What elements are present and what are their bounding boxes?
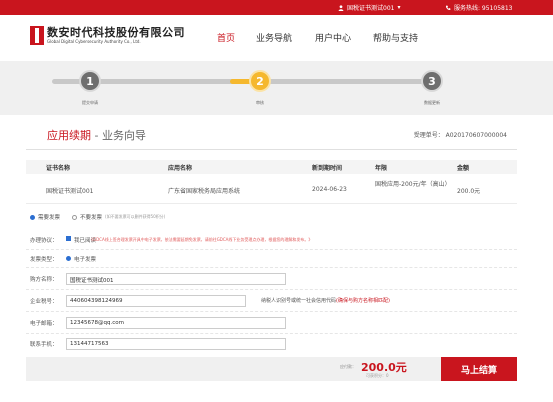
- chevron-down-icon: ▾: [397, 4, 401, 11]
- taxid-row: 企业税号： 440604398124969 纳税人识别号或统一社会信用代码(确保…: [26, 290, 517, 312]
- step-circle-1: 1: [79, 70, 101, 92]
- taxid-note: 纳税人识别号或统一社会信用代码(确保与购方名称相匹配): [261, 297, 390, 304]
- radio-no-invoice[interactable]: [72, 214, 78, 220]
- radio-need-invoice[interactable]: [30, 214, 35, 220]
- service-hotline: 服务热线: 95105813: [445, 3, 512, 12]
- buyer-input[interactable]: 国税证书测试001: [66, 273, 286, 285]
- brand-logo[interactable]: 数安时代科技股份有限公司 Global Digital Cybersecurit…: [30, 26, 185, 45]
- taxid-label: 企业税号：: [30, 299, 58, 305]
- need-invoice-label: 需要发票: [38, 215, 61, 221]
- page-title-row: 应用续期 - 业务向导 受理单号： A020170607000004: [47, 127, 507, 145]
- agreement-note: 《GDCA线上签合理发票开具中电子发票，依法需要延期免发票，请前往GDCA线下业…: [89, 237, 313, 242]
- step-circle-2: 2: [249, 70, 271, 92]
- brand-name-en: Global Digital Cybersecurity Authority C…: [47, 39, 141, 44]
- step-label-3: 数据更新: [424, 100, 440, 105]
- cell-expiry: 2024-06-23: [312, 186, 347, 193]
- email-input[interactable]: 12345678@qq.com: [66, 317, 286, 329]
- checkout-button[interactable]: 马上结算: [441, 357, 517, 381]
- agreement-row: 办理协议： 我已阅读 《GDCA线上签合理发票开具中电子发票，依法需要延期免发票…: [26, 230, 517, 250]
- cell-cert-name: 国税证书测试001: [46, 188, 94, 195]
- header-cert-name: 证书名称: [46, 165, 71, 172]
- page-title: 应用续期: [47, 129, 91, 142]
- agreement-checkbox[interactable]: [66, 236, 71, 241]
- nav-item-business[interactable]: 业务导航: [256, 31, 292, 44]
- header-amount: 金额: [457, 165, 470, 172]
- hotline-text: 服务热线: 95105813: [454, 5, 513, 12]
- no-invoice-note: (如不要发票可以删件获得50积分): [105, 214, 166, 219]
- cell-term: 国税应用-200元/年（高山）: [375, 181, 451, 188]
- step-circle-3: 3: [421, 70, 443, 92]
- page-subtitle: - 业务向导: [91, 129, 146, 142]
- invoice-options: 需要发票 不要发票 (如不要发票可以删件获得50积分): [30, 213, 165, 221]
- buyer-label: 购方名称：: [30, 277, 58, 283]
- user-name: 国税证书测试001: [347, 5, 395, 12]
- invoice-type-value: 电子发票: [74, 257, 97, 263]
- title-divider: [26, 149, 517, 150]
- nav-item-user-center[interactable]: 用户中心: [315, 31, 351, 44]
- table-header: 证书名称 应用名称 新到期时间 年限 金额: [26, 160, 517, 174]
- user-icon: [338, 4, 344, 11]
- checkout-bar: 应付款： 200.0元 可获积分：0 马上结算: [26, 357, 517, 381]
- step-track-pending: [260, 79, 433, 84]
- header-expiry: 新到期时间: [312, 165, 343, 172]
- phone-label: 联系手机：: [30, 342, 58, 348]
- header-term: 年限: [375, 165, 388, 172]
- user-menu[interactable]: 国税证书测试001 ▾: [338, 3, 400, 12]
- email-label: 电子邮箱：: [30, 321, 58, 327]
- cell-app-name: 广东省国家税务局应用系统: [168, 188, 241, 195]
- nav-item-home[interactable]: 首页: [217, 31, 235, 44]
- no-invoice-label: 不要发票: [80, 215, 103, 221]
- step-label-2: 审核: [256, 100, 264, 105]
- phone-icon: [445, 5, 451, 10]
- agreement-label: 办理协议：: [30, 238, 58, 244]
- total-label: 应付款：: [340, 364, 356, 369]
- top-bar: 国税证书测试001 ▾ 服务热线: 95105813: [0, 0, 553, 15]
- nav-item-help[interactable]: 帮助与支持: [373, 31, 418, 44]
- header-app-name: 应用名称: [168, 165, 193, 172]
- brand-name-cn: 数安时代科技股份有限公司: [47, 26, 185, 39]
- cell-amount: 200.0元: [457, 188, 481, 195]
- points-note: 可获积分：0: [366, 373, 389, 378]
- step-label-1: 提交申请: [82, 100, 98, 105]
- order-number: 受理单号： A020170607000004: [413, 132, 507, 139]
- taxid-input[interactable]: 440604398124969: [66, 295, 246, 307]
- table-row: 国税证书测试001 广东省国家税务局应用系统 2024-06-23 国税应用-2…: [26, 176, 517, 204]
- radio-e-invoice[interactable]: [66, 256, 71, 261]
- taxid-note-warning: (确保与购方名称相匹配): [336, 298, 390, 304]
- invoice-type-row: 发票类型： 电子发票: [26, 250, 517, 268]
- taxid-note-text: 纳税人识别号或统一社会信用代码: [261, 298, 337, 304]
- logo-mark-icon: [30, 26, 44, 45]
- phone-row: 联系手机： 13144717563: [26, 334, 517, 354]
- invoice-type-label: 发票类型：: [30, 257, 58, 263]
- phone-input[interactable]: 13144717563: [66, 338, 286, 350]
- buyer-row: 购方名称： 国税证书测试001: [26, 268, 517, 290]
- email-row: 电子邮箱： 12345678@qq.com: [26, 312, 517, 334]
